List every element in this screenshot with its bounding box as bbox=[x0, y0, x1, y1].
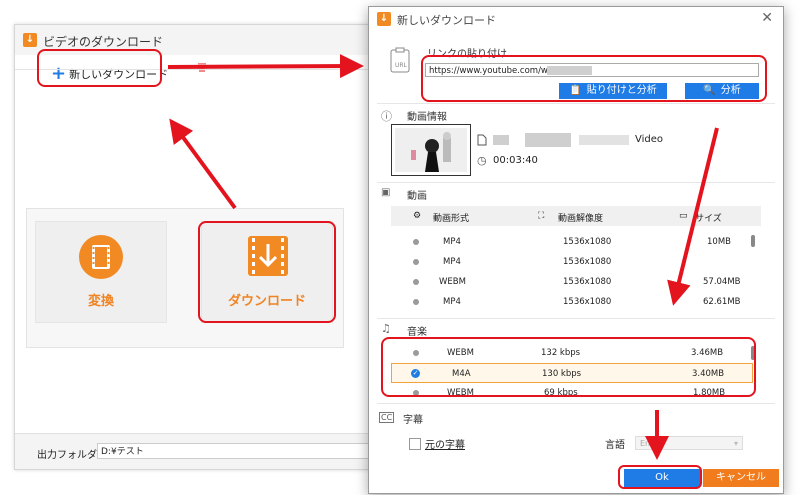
arrow-new-to-dialog bbox=[167, 54, 364, 79]
arrow-url-to-list bbox=[667, 127, 719, 306]
annotation-arrows bbox=[167, 54, 719, 460]
arrow-card-to-new bbox=[169, 118, 237, 210]
